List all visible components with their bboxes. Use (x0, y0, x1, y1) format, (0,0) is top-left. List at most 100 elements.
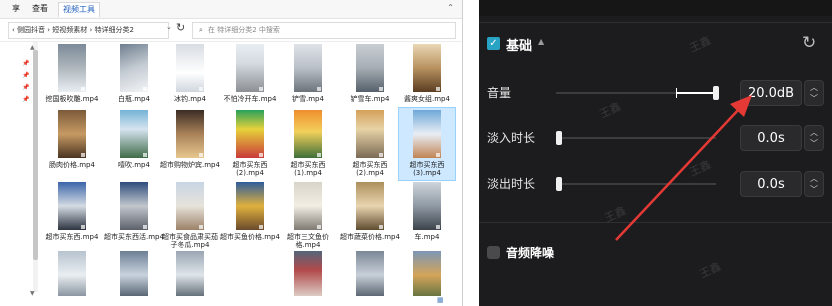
file-tile[interactable]: 超市蔬菜价格.mp4 (340, 180, 400, 252)
stepper-up-icon[interactable]: ︿ (810, 83, 818, 92)
file-name: 超市买食品肃买茄子冬瓜.mp4 (162, 233, 218, 249)
file-tile[interactable]: 超市买东西活.mp4 (104, 180, 164, 252)
scrollbar[interactable] (33, 42, 38, 292)
file-tile[interactable]: 超市买东西(2).mp4 (222, 108, 278, 180)
file-tile[interactable]: 白瓶.mp4 (106, 42, 162, 108)
refresh-icon[interactable]: ↻ (176, 21, 185, 34)
file-tile[interactable]: 车.mp4 (399, 180, 455, 252)
file-tile[interactable]: 超市买鱼价格.mp4 (220, 180, 280, 252)
address-bar[interactable]: ‹ 侧园抖音 › 短视频素材 › 特详细分类2 (8, 22, 169, 39)
video-thumbnail (413, 182, 441, 230)
fade-out-slider[interactable] (556, 177, 716, 191)
file-tile[interactable]: 不怕冷开车.mp4 (222, 42, 278, 108)
volume-stepper[interactable]: ︿ ﹀ (804, 80, 824, 106)
stepper-down-icon[interactable]: ﹀ (810, 94, 818, 103)
fade-out-label: 淡出时长 (487, 177, 536, 191)
view-mode-icon[interactable]: ▦ (437, 296, 444, 304)
search-placeholder: 在 特详细分类2 中搜索 (208, 26, 280, 34)
file-name: 超市买东西(2).mp4 (232, 161, 268, 177)
video-thumbnail (58, 251, 86, 299)
noise-reduction-checkbox[interactable] (487, 246, 500, 259)
video-thumbnail (294, 44, 322, 92)
file-tile[interactable]: 超市买食品肃买茄子冬瓜.mp4 (162, 180, 218, 252)
divider (479, 22, 832, 23)
file-tile[interactable]: 酱爽女组.mp4 (399, 42, 455, 108)
video-thumbnail (236, 44, 264, 92)
video-thumbnail (58, 110, 86, 158)
file-tile[interactable]: 超市买东西.mp4 (44, 180, 100, 252)
video-thumbnail (294, 110, 322, 158)
video-thumbnail (356, 110, 384, 158)
video-thumbnail (294, 182, 322, 230)
fade-in-slider-handle[interactable] (556, 131, 562, 145)
file-name: 挖国板吹雕.mp4 (45, 95, 99, 103)
stepper-down-icon[interactable]: ﹀ (810, 185, 818, 194)
fade-in-value-field[interactable]: 0.0s (740, 125, 802, 151)
fade-in-slider[interactable] (556, 131, 716, 145)
video-thumbnail (176, 110, 204, 158)
file-tile[interactable]: 噎吹.mp4 (106, 108, 162, 180)
fade-out-stepper[interactable]: ︿ ﹀ (804, 171, 824, 197)
stepper-down-icon[interactable]: ﹀ (810, 139, 818, 148)
noise-reduction-row: 音频降噪 (479, 240, 832, 268)
scrollbar-thumb[interactable] (33, 50, 38, 260)
scroll-down-icon[interactable]: ▼ (30, 290, 35, 297)
pin-icon[interactable]: 📌 (22, 96, 29, 103)
chevron-down-icon[interactable]: ⌄ (166, 23, 172, 31)
fade-out-row: 淡出时长 0.0s ︿ ﹀ (479, 170, 832, 198)
file-tile[interactable]: 冰钓.mp4 (162, 42, 218, 108)
reset-icon[interactable]: ↻ (802, 33, 816, 53)
file-name: 车.mp4 (414, 233, 440, 241)
caret-up-icon[interactable]: ▲ (538, 37, 544, 46)
basic-section-checkbox[interactable]: ✓ (487, 37, 500, 50)
pin-icon[interactable]: 📌 (22, 84, 29, 91)
ribbon-tab-view[interactable]: 查看 (28, 2, 52, 16)
audio-settings-panel: ✓ 基础 ▲ ↻ 音量 20.0dB ︿ ﹀ 淡入时长 0.0s ︿ ﹀ 淡出时长 … (479, 0, 832, 306)
volume-slider-marker (676, 88, 677, 98)
file-tile-selected[interactable]: 超市买东西(3).mp4 (398, 107, 456, 181)
video-thumbnail (413, 110, 441, 158)
file-tile[interactable]: 铲雪车.mp4 (342, 42, 398, 108)
file-name: 不怕冷开车.mp4 (223, 95, 277, 103)
file-tile[interactable]: 挖国板吹雕.mp4 (44, 42, 100, 108)
video-thumbnail (413, 44, 441, 92)
file-tile[interactable]: 肠肉价格.mp4 (44, 108, 100, 180)
stepper-up-icon[interactable]: ︿ (810, 174, 818, 183)
video-thumbnail (58, 44, 86, 92)
file-tile[interactable]: 超市购物炉宾.mp4 (160, 108, 220, 180)
volume-slider-handle[interactable] (713, 86, 719, 100)
ribbon-tab-video-tools[interactable]: 视频工具 (58, 2, 100, 17)
scroll-up-icon[interactable]: ▲ (30, 44, 35, 51)
file-name: 超市买东西活.mp4 (104, 233, 164, 241)
file-name: 超市买东西.mp4 (45, 233, 99, 241)
file-name: 冰钓.mp4 (174, 95, 206, 103)
file-name: 超市买东西(3).mp4 (409, 161, 445, 177)
file-name: 铲雪.mp4 (292, 95, 324, 103)
video-thumbnail (120, 110, 148, 158)
volume-slider[interactable] (556, 86, 719, 100)
pin-icon[interactable]: 📌 (22, 60, 29, 67)
pin-icon[interactable]: 📌 (22, 72, 29, 79)
fade-out-value-field[interactable]: 0.0s (740, 171, 802, 197)
file-name: 超市蔬菜价格.mp4 (340, 233, 400, 241)
file-tile[interactable]: 超市买东西(1).mp4 (280, 108, 336, 180)
video-thumbnail (356, 44, 384, 92)
file-tile[interactable]: 铲雪.mp4 (280, 42, 336, 108)
volume-row: 音量 20.0dB ︿ ﹀ (479, 79, 832, 107)
ribbon-tab-share[interactable]: 享 (8, 2, 24, 16)
file-name: 超市买东西(2).mp4 (352, 161, 388, 177)
file-tile[interactable]: 超市买东西(2).mp4 (342, 108, 398, 180)
fade-out-slider-handle[interactable] (556, 177, 562, 191)
file-name: 肠肉价格.mp4 (49, 161, 95, 169)
video-thumbnail (236, 110, 264, 158)
stepper-up-icon[interactable]: ︿ (810, 128, 818, 137)
volume-value-field[interactable]: 20.0dB (740, 80, 802, 106)
video-thumbnail (294, 251, 322, 299)
address-bar-row: ‹ 侧园抖音 › 短视频素材 › 特详细分类2 ⌄ ↻ ⌕ 在 特详细分类2 中搜… (0, 19, 462, 42)
fade-in-stepper[interactable]: ︿ ﹀ (804, 125, 824, 151)
video-thumbnail (58, 182, 86, 230)
search-input[interactable]: ⌕ 在 特详细分类2 中搜索 (192, 22, 456, 39)
caret-up-icon[interactable]: ⌃ (447, 3, 454, 12)
file-tile[interactable]: 超市三文鱼价格.mp4 (280, 180, 336, 252)
video-thumbnail (120, 44, 148, 92)
